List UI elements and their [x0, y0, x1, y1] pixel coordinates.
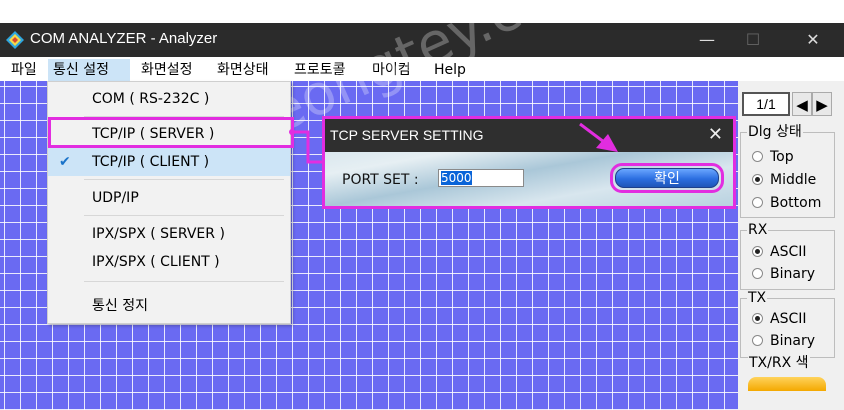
radio-label: Bottom	[770, 195, 822, 211]
radio-label: Top	[770, 149, 794, 165]
menu-comm-settings[interactable]: 통신 설정	[48, 59, 130, 81]
close-button[interactable]: ✕	[790, 23, 836, 57]
dlg-state-group: Dlg 상태 Top Middle Bottom	[740, 124, 835, 218]
radio-dot	[752, 334, 763, 346]
menu-help[interactable]: Help	[429, 59, 471, 81]
radio-dot-selected	[752, 312, 763, 324]
menu-separator	[84, 179, 284, 180]
tcp-server-setting-dialog: TCP SERVER SETTING ✕ PORT SET : 5000 확인	[322, 116, 736, 209]
rx-binary-radio[interactable]: Binary	[752, 263, 815, 285]
menu-bar: 파일 통신 설정 화면설정 화면상태 프로토콜 마이컴 Help	[0, 57, 844, 81]
rx-ascii-radio[interactable]: ASCII	[752, 241, 807, 263]
minimize-button[interactable]: —	[684, 23, 730, 57]
menu-file[interactable]: 파일	[6, 59, 42, 81]
group-title: TX/RX 색	[748, 355, 810, 371]
dialog-title-bar: TCP SERVER SETTING ✕	[325, 119, 733, 152]
radio-dot-selected	[752, 173, 763, 185]
menu-item-label: 통신 정지	[92, 298, 148, 314]
menu-item-ipxspx-client[interactable]: IPX/SPX ( CLIENT )	[48, 248, 290, 276]
next-page-button[interactable]: ▶	[812, 92, 832, 116]
menu-item-label: COM ( RS-232C )	[92, 91, 210, 107]
ok-button[interactable]: 확인	[615, 168, 719, 188]
rx-group: RX ASCII Binary	[740, 222, 835, 290]
radio-dot	[752, 267, 763, 279]
page-pager: 1/1 ◀ ▶	[742, 92, 834, 118]
menu-item-label: IPX/SPX ( SERVER )	[92, 226, 225, 242]
tx-group: TX ASCII Binary	[740, 290, 835, 358]
menu-item-stop-comm[interactable]: 통신 정지	[48, 292, 290, 320]
menu-separator	[84, 215, 284, 216]
radio-label: ASCII	[770, 311, 807, 327]
radio-label: Binary	[770, 333, 815, 349]
menu-item-com-rs232c[interactable]: COM ( RS-232C )	[48, 85, 290, 113]
title-bar: COM ANALYZER - Analyzer — ☐ ✕	[0, 23, 844, 57]
ok-button-highlight: 확인	[610, 163, 724, 193]
screenshot: COM ANALYZER - Analyzer — ☐ ✕ 파일 통신 설정 화…	[0, 0, 844, 410]
menu-item-label: UDP/IP	[92, 190, 139, 206]
menu-screen-state[interactable]: 화면상태	[212, 59, 274, 81]
port-set-label: PORT SET :	[342, 172, 419, 188]
menu-item-udpip[interactable]: UDP/IP	[48, 184, 290, 212]
window-title: COM ANALYZER - Analyzer	[30, 30, 218, 47]
menu-screen-settings[interactable]: 화면설정	[136, 59, 198, 81]
radio-label: Binary	[770, 266, 815, 282]
port-input[interactable]: 5000	[438, 169, 524, 187]
tx-ascii-radio[interactable]: ASCII	[752, 308, 807, 330]
radio-dot	[752, 150, 763, 162]
menu-item-label: IPX/SPX ( CLIENT )	[92, 254, 220, 270]
dlg-top-radio[interactable]: Top	[752, 146, 794, 168]
dlg-middle-radio[interactable]: Middle	[752, 169, 816, 191]
group-title: RX	[747, 222, 769, 238]
dialog-title: TCP SERVER SETTING	[330, 127, 484, 143]
radio-label: Middle	[770, 172, 817, 188]
app-diamond-icon	[6, 31, 24, 49]
menu-separator	[84, 281, 284, 282]
tcpip-server-highlight	[48, 117, 294, 148]
port-value: 5000	[441, 171, 472, 185]
prev-page-button[interactable]: ◀	[792, 92, 812, 116]
check-icon: ✔	[59, 154, 71, 170]
dialog-close-icon[interactable]: ✕	[708, 124, 723, 145]
menu-protocol[interactable]: 프로토콜	[289, 59, 351, 81]
pointer-arrow-icon	[579, 122, 618, 152]
maximize-button[interactable]: ☐	[730, 23, 776, 57]
group-title: TX	[747, 290, 768, 306]
radio-label: ASCII	[770, 244, 807, 260]
tx-binary-radio[interactable]: Binary	[752, 330, 815, 352]
radio-dot	[752, 196, 763, 208]
menu-micom[interactable]: 마이컴	[367, 59, 416, 81]
group-title: Dlg 상태	[747, 124, 803, 140]
page-indicator: 1/1	[742, 92, 790, 116]
menu-item-tcpip-client[interactable]: ✔ TCP/IP ( CLIENT )	[48, 148, 290, 176]
dlg-bottom-radio[interactable]: Bottom	[752, 192, 821, 214]
txrx-color-button[interactable]	[748, 377, 826, 391]
radio-dot-selected	[752, 245, 763, 257]
menu-item-ipxspx-server[interactable]: IPX/SPX ( SERVER )	[48, 220, 290, 248]
menu-item-label: TCP/IP ( CLIENT )	[92, 154, 210, 170]
